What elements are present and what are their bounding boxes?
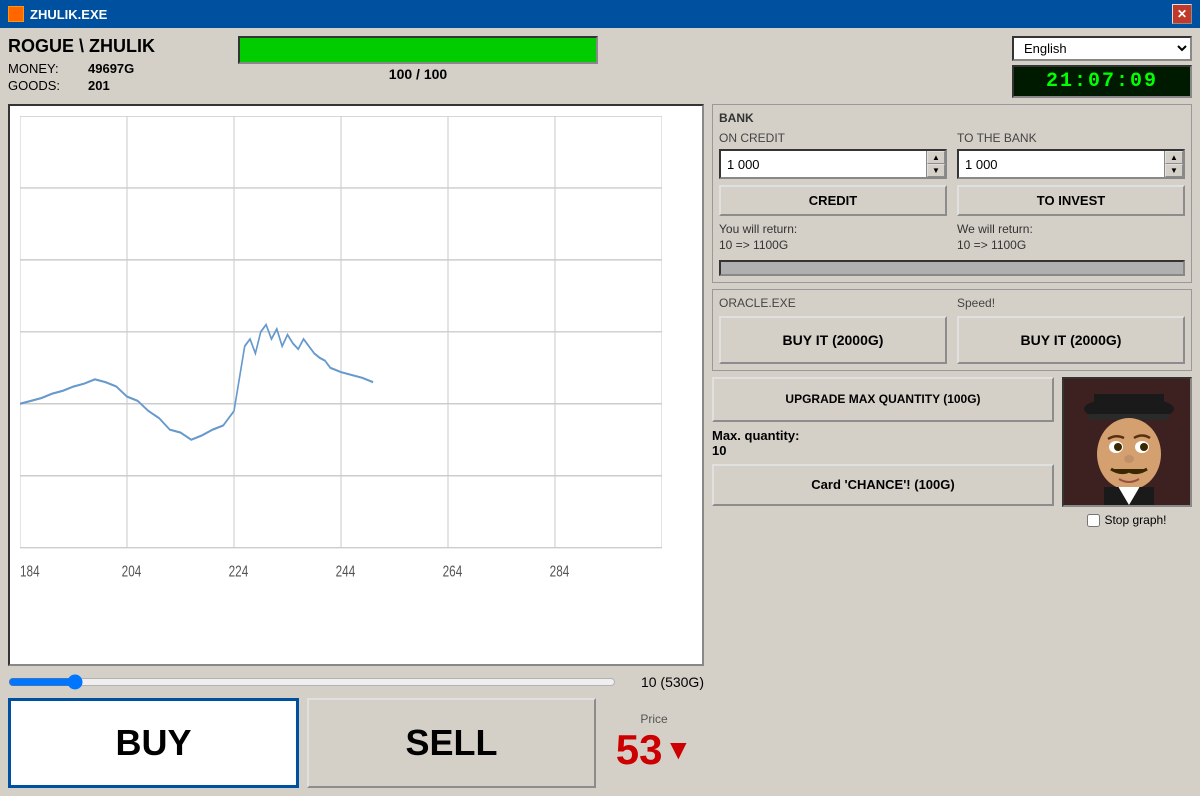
- character-portrait: [1062, 377, 1192, 507]
- buy-sell-row: BUY SELL Price 53▼: [8, 698, 704, 788]
- goods-label: GOODS:: [8, 78, 68, 93]
- player-info: ROGUE \ ZHULIK MONEY: 49697G GOODS: 201: [8, 36, 228, 95]
- right-panel: BANK ON CREDIT 1 000 ▲ ▼ CREDIT You will…: [712, 104, 1192, 788]
- speed-label: Speed!: [957, 296, 1185, 312]
- credit-button[interactable]: CREDIT: [719, 185, 947, 216]
- health-bar: [240, 38, 596, 62]
- invest-return-label: We will return:: [957, 222, 1185, 236]
- title-bar-title: ZHULIK.EXE: [30, 7, 1172, 22]
- upgrade-max-qty-button[interactable]: UPGRADE MAX QUANTITY (100G): [712, 377, 1054, 422]
- credit-label: ON CREDIT: [719, 131, 947, 145]
- invest-spinner-buttons: ▲ ▼: [1164, 151, 1183, 177]
- stop-graph-row: Stop graph!: [1087, 513, 1166, 527]
- top-section: ROGUE \ ZHULIK MONEY: 49697G GOODS: 201 …: [8, 36, 1192, 98]
- invest-button[interactable]: TO INVEST: [957, 185, 1185, 216]
- invest-down-button[interactable]: ▼: [1165, 164, 1183, 177]
- chance-button-label: Card 'CHANCE'! (100G): [811, 477, 954, 492]
- money-row: MONEY: 49697G: [8, 61, 228, 76]
- price-arrow: ▼: [665, 734, 693, 766]
- price-section: Price 53▼: [604, 698, 704, 788]
- player-name: ROGUE \ ZHULIK: [8, 36, 228, 57]
- right-controls: English Russian 21:07:09: [1012, 36, 1192, 98]
- credit-return-value: 10 => 1100G: [719, 238, 947, 252]
- svg-text:244: 244: [336, 562, 356, 580]
- oracle-row: ORACLE.EXE BUY IT (2000G) Speed! BUY IT …: [719, 296, 1185, 364]
- money-label: MONEY:: [8, 61, 68, 76]
- health-bar-container: [238, 36, 598, 64]
- svg-text:264: 264: [443, 562, 463, 580]
- svg-text:204: 204: [122, 562, 142, 580]
- goods-row: GOODS: 201: [8, 78, 228, 93]
- credit-spinner-buttons: ▲ ▼: [926, 151, 945, 177]
- invest-col: TO THE BANK 1 000 ▲ ▼ TO INVEST We will …: [957, 131, 1185, 254]
- title-bar: ZHULIK.EXE ✕: [0, 0, 1200, 28]
- quantity-slider[interactable]: [8, 672, 616, 692]
- content-area: 120 100 80 60 40 20 0 184 204 224 244 26…: [8, 104, 1192, 788]
- price-number: 53: [616, 726, 663, 774]
- svg-text:184: 184: [20, 562, 40, 580]
- invest-return-value: 10 => 1100G: [957, 238, 1185, 252]
- invest-up-button[interactable]: ▲: [1165, 151, 1183, 164]
- character-svg: [1064, 379, 1192, 507]
- buy-button[interactable]: BUY: [8, 698, 299, 788]
- timer-display: 21:07:09: [1012, 65, 1192, 98]
- chance-button[interactable]: Card 'CHANCE'! (100G): [712, 464, 1054, 506]
- health-section: 100 / 100: [238, 36, 598, 82]
- slider-row: 10 (530G): [8, 672, 704, 692]
- max-qty-section: Max. quantity: 10: [712, 428, 1054, 458]
- invest-input[interactable]: 1 000: [959, 151, 1164, 177]
- max-qty-value: 10: [712, 443, 1054, 458]
- oracle-buy-button[interactable]: BUY IT (2000G): [719, 316, 947, 364]
- upgrade-button-label: UPGRADE MAX QUANTITY (100G): [785, 392, 980, 406]
- sell-button[interactable]: SELL: [307, 698, 596, 788]
- bank-section: BANK ON CREDIT 1 000 ▲ ▼ CREDIT You will…: [712, 104, 1192, 283]
- bottom-right: UPGRADE MAX QUANTITY (100G) Max. quantit…: [712, 377, 1192, 788]
- money-value: 49697G: [88, 61, 134, 76]
- oracle-col: ORACLE.EXE BUY IT (2000G): [719, 296, 947, 364]
- health-text: 100 / 100: [389, 66, 447, 82]
- close-button[interactable]: ✕: [1172, 4, 1192, 24]
- credit-col: ON CREDIT 1 000 ▲ ▼ CREDIT You will retu…: [719, 131, 947, 254]
- bank-row: ON CREDIT 1 000 ▲ ▼ CREDIT You will retu…: [719, 131, 1185, 254]
- credit-spinner: 1 000 ▲ ▼: [719, 149, 947, 179]
- stop-graph-checkbox[interactable]: [1087, 514, 1100, 527]
- bank-title: BANK: [719, 111, 1185, 125]
- character-col: Stop graph!: [1062, 377, 1192, 788]
- speed-col: Speed! BUY IT (2000G): [957, 296, 1185, 364]
- goods-value: 201: [88, 78, 110, 93]
- credit-up-button[interactable]: ▲: [927, 151, 945, 164]
- app-icon: [8, 6, 24, 22]
- main-window: ROGUE \ ZHULIK MONEY: 49697G GOODS: 201 …: [0, 28, 1200, 796]
- svg-text:284: 284: [550, 562, 570, 580]
- price-display: 53▼: [616, 726, 692, 774]
- upgrade-col: UPGRADE MAX QUANTITY (100G) Max. quantit…: [712, 377, 1054, 788]
- left-panel: 120 100 80 60 40 20 0 184 204 224 244 26…: [8, 104, 704, 788]
- price-chart: 120 100 80 60 40 20 0 184 204 224 244 26…: [20, 116, 662, 634]
- credit-input[interactable]: 1 000: [721, 151, 926, 177]
- svg-text:224: 224: [229, 562, 249, 580]
- language-select[interactable]: English Russian: [1012, 36, 1192, 61]
- invest-spinner: 1 000 ▲ ▼: [957, 149, 1185, 179]
- max-qty-label: Max. quantity:: [712, 428, 1054, 443]
- price-label: Price: [640, 712, 667, 726]
- credit-return-label: You will return:: [719, 222, 947, 236]
- speed-buy-button[interactable]: BUY IT (2000G): [957, 316, 1185, 364]
- chart-container: 120 100 80 60 40 20 0 184 204 224 244 26…: [8, 104, 704, 666]
- invest-label: TO THE BANK: [957, 131, 1185, 145]
- credit-down-button[interactable]: ▼: [927, 164, 945, 177]
- slider-value: 10 (530G): [624, 674, 704, 690]
- oracle-section: ORACLE.EXE BUY IT (2000G) Speed! BUY IT …: [712, 289, 1192, 371]
- bank-progress-bar: [719, 260, 1185, 276]
- stop-graph-label: Stop graph!: [1104, 513, 1166, 527]
- oracle-title: ORACLE.EXE: [719, 296, 947, 312]
